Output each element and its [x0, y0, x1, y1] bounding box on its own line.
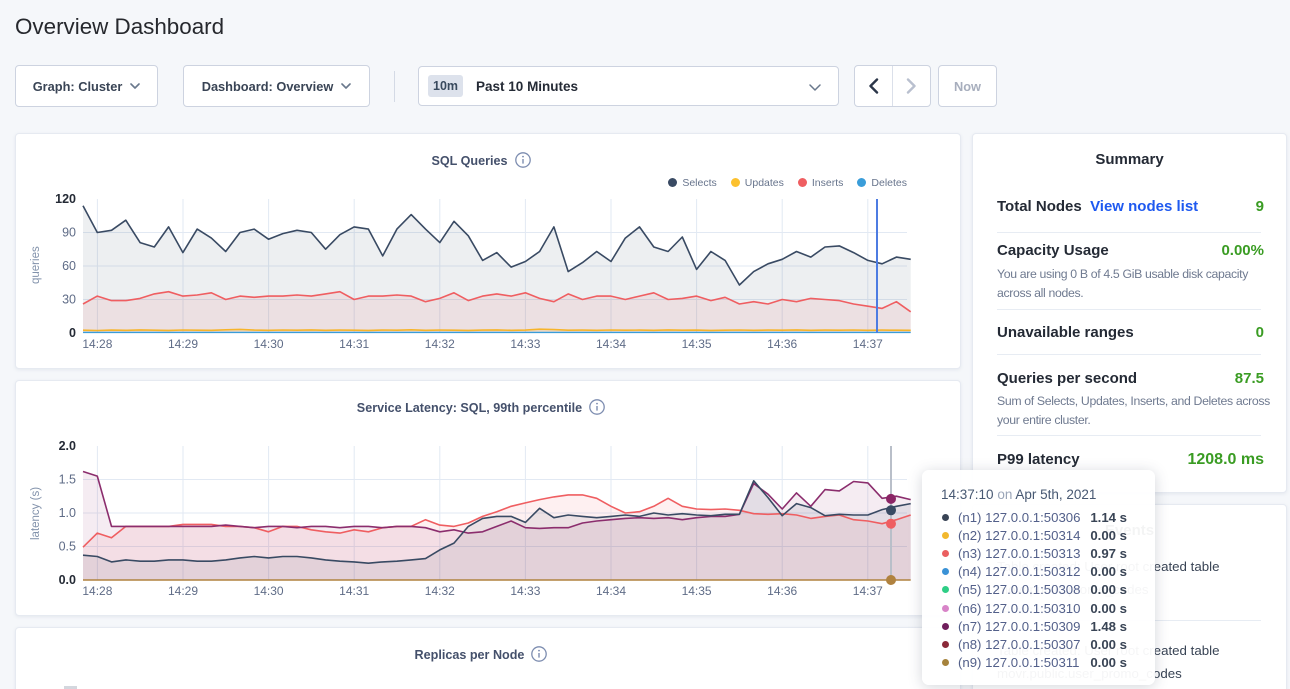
- svg-text:1.0: 1.0: [59, 506, 76, 520]
- svg-text:14:33: 14:33: [510, 584, 540, 598]
- svg-text:14:31: 14:31: [339, 584, 369, 598]
- svg-text:14:36: 14:36: [767, 584, 797, 598]
- svg-text:14:29: 14:29: [168, 337, 198, 351]
- svg-text:14:34: 14:34: [596, 337, 626, 351]
- svg-text:0.5: 0.5: [59, 540, 76, 554]
- svg-text:60: 60: [62, 259, 76, 273]
- svg-text:14:33: 14:33: [510, 337, 540, 351]
- svg-text:14:37: 14:37: [853, 584, 883, 598]
- svg-text:14:29: 14:29: [168, 584, 198, 598]
- svg-text:14:32: 14:32: [425, 337, 455, 351]
- svg-text:14:35: 14:35: [682, 337, 712, 351]
- svg-text:0: 0: [69, 326, 76, 340]
- svg-text:14:32: 14:32: [425, 584, 455, 598]
- svg-text:14:34: 14:34: [596, 584, 626, 598]
- svg-text:90: 90: [62, 226, 76, 240]
- svg-text:14:36: 14:36: [767, 337, 797, 351]
- svg-text:14:28: 14:28: [82, 584, 112, 598]
- svg-text:120: 120: [55, 192, 76, 206]
- svg-text:30: 30: [62, 293, 76, 307]
- svg-text:1.5: 1.5: [59, 473, 76, 487]
- svg-text:14:30: 14:30: [254, 584, 284, 598]
- svg-text:14:28: 14:28: [82, 337, 112, 351]
- svg-text:14:30: 14:30: [254, 337, 284, 351]
- svg-text:0.0: 0.0: [59, 573, 76, 587]
- svg-text:14:37: 14:37: [853, 337, 883, 351]
- svg-text:14:31: 14:31: [339, 337, 369, 351]
- svg-text:2.0: 2.0: [59, 439, 76, 453]
- svg-text:14:35: 14:35: [682, 584, 712, 598]
